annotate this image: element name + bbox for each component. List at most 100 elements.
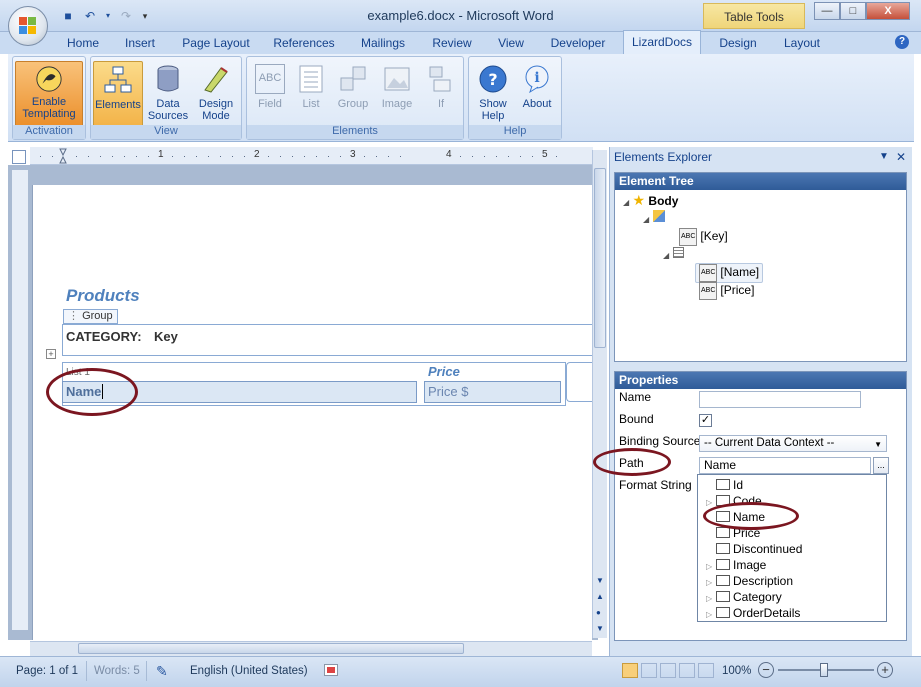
path-input[interactable]: Name <box>699 457 871 474</box>
zoom-in-icon[interactable]: + <box>877 662 893 678</box>
list-node-icon <box>672 247 684 258</box>
table-move-handle-icon[interactable]: + <box>46 349 56 359</box>
price-field[interactable]: Price $ <box>424 381 561 403</box>
status-page[interactable]: Page: 1 of 1 <box>8 661 88 681</box>
image-icon <box>384 67 410 91</box>
path-option-discontinued[interactable]: Discontinued <box>706 541 802 557</box>
path-option-category[interactable]: ▷ Category <box>706 589 782 605</box>
path-option-orderdetails[interactable]: ▷ OrderDetails <box>706 605 800 621</box>
horizontal-ruler[interactable]: 1 2 3 4 5 <box>30 147 593 165</box>
next-page-icon[interactable]: ▼ <box>596 624 604 633</box>
tree-item-list[interactable]: ◢ <box>663 246 684 264</box>
elements-button[interactable]: Elements <box>93 61 143 127</box>
tab-layout[interactable]: Layout <box>776 32 828 54</box>
group-button[interactable]: Group <box>333 61 373 110</box>
tab-mailings[interactable]: Mailings <box>352 32 414 54</box>
document-page[interactable] <box>32 185 592 640</box>
group-tag[interactable]: ⋮ Group <box>63 309 118 324</box>
customize-qat-icon[interactable]: ▾ <box>140 8 150 24</box>
status-words[interactable]: Words: 5 <box>88 661 147 681</box>
vertical-ruler[interactable] <box>12 170 28 630</box>
tab-insert[interactable]: Insert <box>116 32 164 54</box>
status-language[interactable]: English (United States) <box>190 661 308 681</box>
group-label-activation: Activation <box>13 125 85 139</box>
close-button[interactable]: X <box>866 2 910 20</box>
option-label: Id <box>733 478 744 492</box>
draft-view-icon[interactable] <box>698 663 714 678</box>
redo-icon[interactable]: ↷ <box>118 8 134 24</box>
tree-item-name[interactable]: ABC [Name] <box>695 263 764 283</box>
web-layout-icon[interactable] <box>660 663 676 678</box>
binding-source-select[interactable]: -- Current Data Context -- ▼ <box>699 435 887 452</box>
horizontal-scrollbar[interactable] <box>30 641 592 656</box>
design-ruler-icon <box>204 67 228 93</box>
scroll-down-icon[interactable]: ▼ <box>596 576 604 585</box>
tree-item-body[interactable]: ◢ ★ Body <box>623 192 678 211</box>
tab-references[interactable]: References <box>266 32 342 54</box>
zoom-slider-thumb[interactable] <box>820 663 828 677</box>
info-bubble-icon: i <box>525 65 549 94</box>
design-mode-button[interactable]: Design Mode <box>193 61 239 122</box>
path-option-id[interactable]: Id <box>706 477 743 493</box>
browse-object-icon[interactable]: ● <box>596 608 601 617</box>
undo-icon[interactable]: ↶ <box>82 8 98 24</box>
path-browse-button[interactable]: ... <box>873 457 889 474</box>
tab-design[interactable]: Design <box>712 32 764 54</box>
zoom-out-icon[interactable]: − <box>758 662 774 678</box>
bound-checkbox[interactable]: ✓ <box>699 414 712 427</box>
previous-page-icon[interactable]: ▲ <box>596 592 604 601</box>
print-layout-view-icon[interactable] <box>622 663 638 678</box>
panel-close-icon[interactable]: ✕ <box>896 150 906 164</box>
if-button[interactable]: If <box>423 61 459 110</box>
image-button[interactable]: Image <box>377 61 417 110</box>
enable-templating-button[interactable]: Enable Templating <box>15 61 83 127</box>
group-label: Group <box>337 98 369 110</box>
tree-name-label: [Name] <box>720 265 760 279</box>
option-label: Image <box>733 558 767 572</box>
prop-name-input[interactable] <box>699 391 861 408</box>
office-button[interactable] <box>8 6 48 46</box>
tab-developer[interactable]: Developer <box>545 32 611 54</box>
ribbon-tabs: Home Insert Page Layout References Maili… <box>0 30 921 54</box>
tab-page-layout[interactable]: Page Layout <box>176 32 256 54</box>
data-sources-button[interactable]: Data Sources <box>145 61 191 122</box>
minimize-button[interactable]: — <box>814 2 840 20</box>
path-option-image[interactable]: ▷ Image <box>706 557 766 573</box>
maximize-button[interactable]: □ <box>840 2 866 20</box>
properties-header: Properties <box>615 372 906 389</box>
tree-item-price[interactable]: ABC [Price] <box>699 282 754 300</box>
tab-view[interactable]: View <box>490 32 532 54</box>
products-heading[interactable]: Products <box>66 286 140 306</box>
vertical-scrollbar[interactable]: ▼ ▲ ● ▼ <box>592 150 607 638</box>
tree-item-group[interactable]: ◢ <box>643 210 665 228</box>
annotation-oval-name-field <box>46 368 138 416</box>
macro-record-icon[interactable] <box>324 664 338 676</box>
zoom-level[interactable]: 100% <box>722 661 751 681</box>
tree-item-key[interactable]: ABC [Key] <box>679 228 728 246</box>
option-label: OrderDetails <box>733 606 801 620</box>
tab-home[interactable]: Home <box>60 32 106 54</box>
help-icon[interactable]: ? <box>895 35 909 49</box>
ribbon-group-help: ? Show Help i About Help <box>468 56 562 140</box>
category-key[interactable]: Key <box>154 329 178 344</box>
vertical-scroll-thumb[interactable] <box>594 168 606 348</box>
panel-menu-icon[interactable]: ▼ <box>879 151 889 162</box>
horizontal-scroll-thumb[interactable] <box>78 643 464 654</box>
view-buttons <box>622 663 714 678</box>
proofing-icon[interactable]: ✎ <box>156 663 168 680</box>
outline-view-icon[interactable] <box>679 663 695 678</box>
show-help-button[interactable]: ? Show Help <box>473 61 513 122</box>
tab-lizarddocs[interactable]: LizardDocs <box>623 30 701 54</box>
property-icon <box>716 575 730 586</box>
list-button[interactable]: List <box>293 61 329 110</box>
undo-dropdown-icon[interactable]: ▾ <box>104 8 112 24</box>
tab-selector[interactable] <box>12 150 26 164</box>
field-button[interactable]: ABC Field <box>251 61 289 110</box>
about-button[interactable]: i About <box>517 61 557 110</box>
ribbon-group-elements: ABC Field List Group Image If Elements <box>246 56 464 140</box>
tab-review[interactable]: Review <box>424 32 480 54</box>
tree-body-label: Body <box>648 194 679 208</box>
path-option-description[interactable]: ▷ Description <box>706 573 793 589</box>
full-screen-reading-icon[interactable] <box>641 663 657 678</box>
save-icon[interactable]: ■ <box>60 8 76 24</box>
